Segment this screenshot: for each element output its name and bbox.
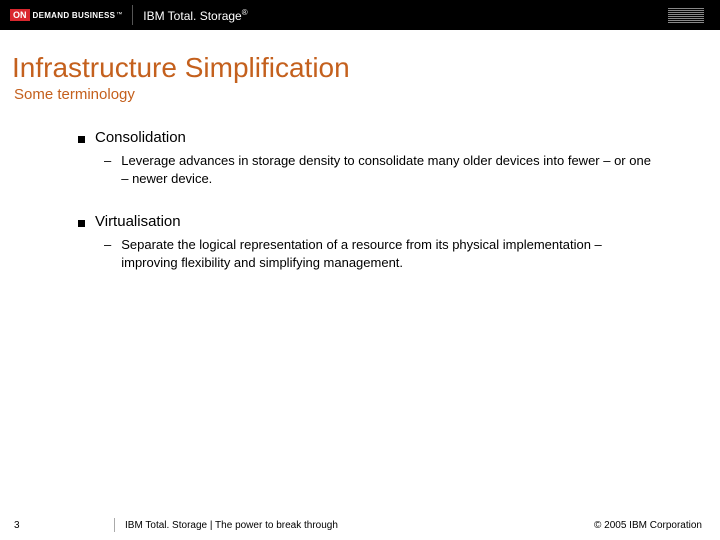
slide-title: Infrastructure Simplification bbox=[12, 52, 720, 84]
square-bullet-icon bbox=[78, 220, 85, 227]
footer-copyright: © 2005 IBM Corporation bbox=[594, 520, 702, 531]
slide-footer: 3 IBM Total. Storage | The power to brea… bbox=[0, 518, 720, 532]
footer-divider bbox=[114, 518, 115, 532]
term-heading: Consolidation bbox=[78, 129, 660, 146]
term-heading-text: Virtualisation bbox=[95, 213, 181, 230]
term-desc-text: Leverage advances in storage density to … bbox=[121, 152, 660, 187]
term-desc: – Separate the logical representation of… bbox=[104, 236, 660, 271]
product-text: IBM Total. Storage bbox=[143, 9, 242, 23]
header-divider bbox=[132, 5, 133, 25]
footer-tagline: IBM Total. Storage | The power to break … bbox=[125, 520, 594, 531]
badge-tm: ™ bbox=[116, 12, 122, 18]
square-bullet-icon bbox=[78, 136, 85, 143]
term-desc: – Leverage advances in storage density t… bbox=[104, 152, 660, 187]
page-number: 3 bbox=[0, 520, 54, 531]
term-heading-text: Consolidation bbox=[95, 129, 186, 146]
title-block: Infrastructure Simplification Some termi… bbox=[0, 30, 720, 103]
term-heading: Virtualisation bbox=[78, 213, 660, 230]
header-left: ON DEMAND BUSINESS ™ IBM Total. Storage® bbox=[0, 0, 248, 30]
term-desc-text: Separate the logical representation of a… bbox=[121, 236, 660, 271]
ibm-logo-icon bbox=[668, 8, 704, 23]
badge-text: DEMAND BUSINESS bbox=[33, 11, 116, 20]
on-demand-business-badge: ON DEMAND BUSINESS ™ bbox=[10, 4, 122, 26]
product-reg: ® bbox=[242, 8, 248, 17]
slide-header: ON DEMAND BUSINESS ™ IBM Total. Storage® bbox=[0, 0, 720, 30]
badge-on: ON bbox=[10, 9, 30, 21]
product-name: IBM Total. Storage® bbox=[143, 8, 247, 23]
dash-bullet-icon: – bbox=[104, 236, 111, 271]
slide-content: Consolidation – Leverage advances in sto… bbox=[0, 103, 720, 271]
slide-subtitle: Some terminology bbox=[14, 86, 720, 103]
dash-bullet-icon: – bbox=[104, 152, 111, 187]
